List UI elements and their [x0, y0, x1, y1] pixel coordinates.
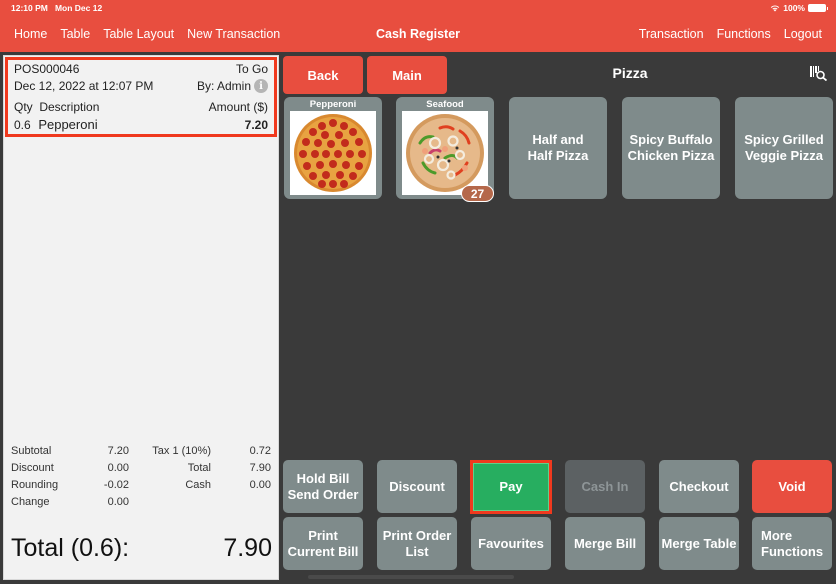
- header-qty: Qty: [14, 100, 33, 114]
- order-type: To Go: [235, 62, 268, 76]
- menu-item-spicy-buffalo-chicken-pizza[interactable]: Spicy Buffalo Chicken Pizza: [622, 97, 720, 199]
- favourites-button[interactable]: Favourites: [471, 517, 551, 570]
- grand-total: Total (0.6): 7.90: [11, 534, 272, 563]
- main-button[interactable]: Main: [367, 56, 447, 94]
- item-amount: 7.20: [244, 117, 268, 132]
- nav-left: Home Table Table Layout New Transaction: [14, 27, 280, 41]
- horizontal-scrollbar[interactable]: [308, 575, 514, 579]
- merge-table-button[interactable]: Merge Table: [659, 517, 739, 570]
- menu-item-label: Seafood: [426, 99, 464, 110]
- more-functions-button[interactable]: More Functions: [752, 517, 832, 570]
- order-number: POS000046: [14, 62, 80, 76]
- nav-new-transaction[interactable]: New Transaction: [187, 27, 280, 41]
- menu-item-label: Spicy Grilled Veggie Pizza: [744, 132, 824, 163]
- pepperoni-pizza-icon: [294, 114, 372, 192]
- change-label: Change: [11, 495, 50, 508]
- totals-summary: Subtotal 7.20 Tax 1 (10%) 0.72 Discount …: [11, 442, 271, 510]
- item-description: Pepperoni: [38, 117, 98, 132]
- nav-transaction[interactable]: Transaction: [639, 27, 704, 41]
- change-value: 0.00: [107, 495, 129, 508]
- hold-bill-send-order-button[interactable]: Hold Bill Send Order: [283, 460, 363, 513]
- grand-total-label: Total (0.6):: [11, 534, 130, 562]
- wifi-icon: [771, 5, 780, 12]
- discount-value: 0.00: [107, 461, 129, 474]
- discount-button[interactable]: Discount: [377, 460, 457, 513]
- pepperoni-pizza-image: [290, 111, 376, 195]
- menu-item-half-and-half-pizza[interactable]: Half and Half Pizza: [509, 97, 607, 199]
- cash-value: 0.00: [249, 478, 271, 491]
- tax-value: 0.72: [249, 444, 271, 457]
- print-order-list-button[interactable]: Print Order List: [377, 517, 457, 570]
- nav-table[interactable]: Table: [60, 27, 90, 41]
- rounding-value: -0.02: [103, 478, 129, 491]
- print-current-bill-button[interactable]: Print Current Bill: [283, 517, 363, 570]
- checkout-button[interactable]: Checkout: [659, 460, 739, 513]
- total-label: Total: [187, 461, 211, 474]
- battery-icon: [808, 4, 828, 12]
- nav-home[interactable]: Home: [14, 27, 47, 41]
- back-button[interactable]: Back: [283, 56, 363, 94]
- category-title: Pizza: [612, 65, 648, 81]
- nav-logout[interactable]: Logout: [784, 27, 822, 41]
- nav-right: Transaction Functions Logout: [639, 27, 822, 41]
- rounding-label: Rounding: [11, 478, 59, 491]
- item-qty: 0.6: [14, 118, 31, 132]
- total-value: 7.90: [249, 461, 271, 474]
- barcode-search-icon[interactable]: [810, 65, 828, 81]
- clock: 12:10 PM: [11, 3, 48, 13]
- grand-total-value: 7.90: [223, 534, 272, 562]
- seafood-pizza-icon: [406, 114, 484, 192]
- merge-bill-button[interactable]: Merge Bill: [565, 517, 645, 570]
- header-description: Description: [39, 100, 100, 114]
- nav-functions[interactable]: Functions: [717, 27, 771, 41]
- info-icon[interactable]: i: [254, 79, 268, 93]
- stock-count-badge: 27: [461, 185, 494, 202]
- subtotal-value: 7.20: [107, 444, 129, 457]
- page-title: Cash Register: [375, 27, 461, 41]
- seafood-pizza-image: [402, 111, 488, 195]
- top-bar: 12:10 PM Mon Dec 12 100% Home Table Tabl…: [0, 0, 836, 52]
- line-item[interactable]: 0.6 Pepperoni 7.20: [14, 117, 268, 132]
- order-datetime: Dec 12, 2022 at 12:07 PM: [14, 79, 154, 93]
- nav-table-layout[interactable]: Table Layout: [103, 27, 174, 41]
- menu-item-label: Half and Half Pizza: [527, 132, 589, 163]
- header-amount: Amount ($): [208, 100, 268, 114]
- tax-label: Tax 1 (10%): [152, 444, 211, 457]
- date: Mon Dec 12: [54, 3, 103, 13]
- discount-label: Discount: [11, 461, 54, 474]
- pay-button[interactable]: Pay: [470, 460, 552, 514]
- cash-in-button[interactable]: Cash In: [565, 460, 645, 513]
- menu-item-label: Pepperoni: [309, 99, 357, 110]
- menu-item-label: Spicy Buffalo Chicken Pizza: [627, 132, 715, 163]
- menu-item-seafood[interactable]: Seafood 27: [396, 97, 494, 202]
- menu-item-spicy-grilled-veggie-pizza[interactable]: Spicy Grilled Veggie Pizza: [735, 97, 833, 199]
- void-button[interactable]: Void: [752, 460, 832, 513]
- menu-item-pepperoni[interactable]: Pepperoni: [284, 97, 382, 199]
- subtotal-label: Subtotal: [11, 444, 52, 457]
- cash-label: Cash: [185, 478, 211, 491]
- status-indicators: 100%: [770, 3, 828, 13]
- order-header[interactable]: POS000046 To Go Dec 12, 2022 at 12:07 PM…: [5, 57, 277, 137]
- status-time: 12:10 PM Mon Dec 12: [11, 3, 102, 13]
- order-by: By: Admin: [196, 79, 251, 93]
- battery-percent: 100%: [783, 3, 805, 13]
- receipt-panel: POS000046 To Go Dec 12, 2022 at 12:07 PM…: [3, 55, 279, 580]
